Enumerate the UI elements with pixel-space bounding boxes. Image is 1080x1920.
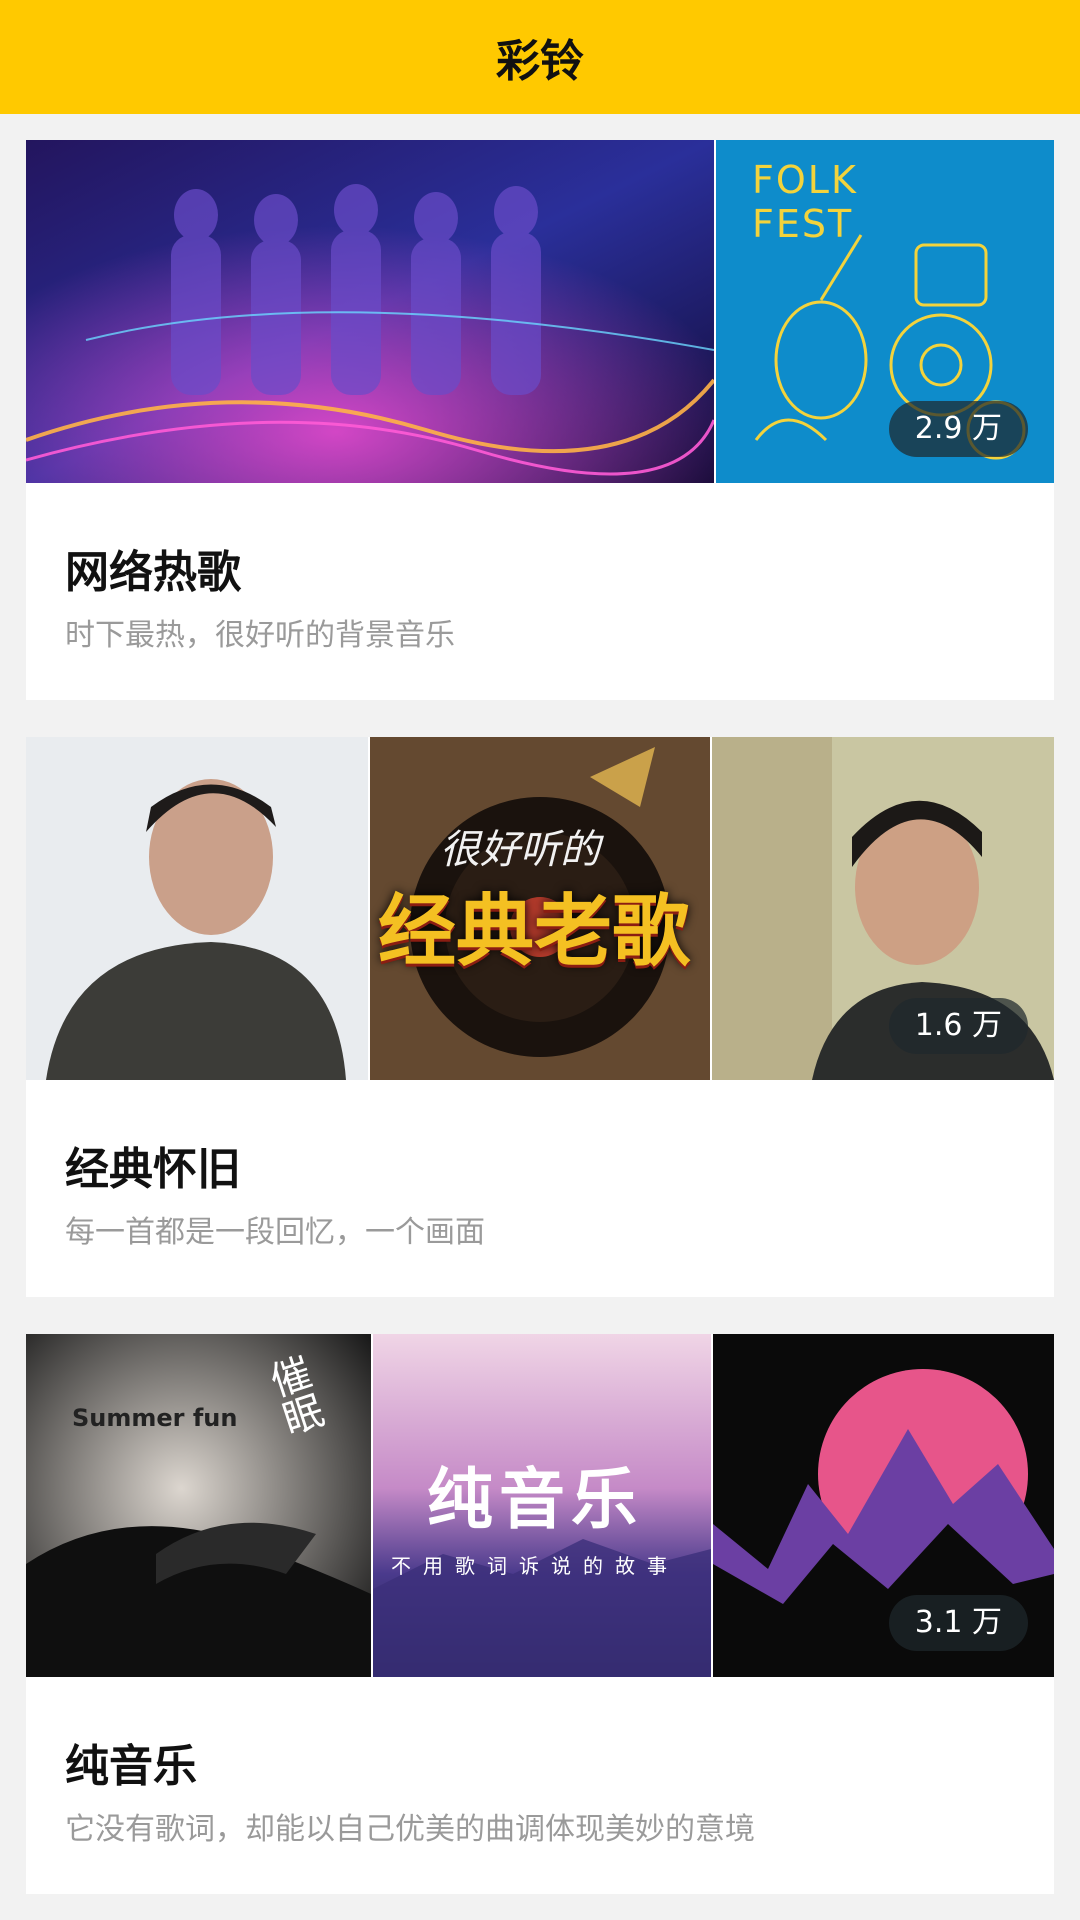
page-title: 彩铃 (496, 36, 584, 87)
category-title: 经典怀旧 (65, 1144, 241, 1195)
category-subtitle: 每一首都是一段回忆，一个画面 (65, 1215, 485, 1250)
pure-music-cover-subtitle: 不用歌词诉说的故事 (391, 1554, 679, 1578)
pure-music-cover-title: 纯音乐 (427, 1461, 643, 1538)
category-title: 网络热歌 (65, 547, 241, 598)
category-subtitle: 它没有歌词，却能以自己优美的曲调体现美妙的意境 (65, 1812, 755, 1847)
concert-thumbnail (26, 140, 714, 483)
thumbnail-strip: FOLK FEST 2.9 万 (26, 140, 1054, 483)
play-count-badge: 1.6 万 (888, 998, 1028, 1054)
singer-portrait-1 (26, 737, 368, 1080)
play-count-badge: 2.9 万 (888, 401, 1028, 457)
play-count: 2.9 万 (914, 411, 1002, 446)
pure-music-thumbnail: 纯音乐 不用歌词诉说的故事 (373, 1334, 711, 1677)
play-count-badge: 3.1 万 (888, 1595, 1028, 1651)
fest-text: FEST (752, 202, 854, 246)
category-card-pure-music[interactable]: Summer fun 催眠 纯音乐 不用歌词诉说的故事 3.1 万 纯音乐 它没… (26, 1334, 1054, 1894)
cover-title-text: 经典老歌 (378, 887, 691, 977)
thumbnail-strip: Summer fun 催眠 纯音乐 不用歌词诉说的故事 3.1 万 (26, 1334, 1054, 1677)
thumbnail-strip: 很好听的 经典老歌 1.6 万 (26, 737, 1054, 1080)
summer-fun-text: Summer fun (72, 1404, 238, 1432)
classic-album-cover: 很好听的 经典老歌 (370, 737, 710, 1080)
summer-fun-thumbnail: Summer fun 催眠 (26, 1334, 371, 1677)
category-subtitle: 时下最热，很好听的背景音乐 (65, 618, 455, 653)
category-title: 纯音乐 (65, 1741, 197, 1792)
app-header: 彩铃 (0, 0, 1080, 114)
play-count: 1.6 万 (914, 1008, 1002, 1043)
play-count: 3.1 万 (914, 1605, 1002, 1640)
cover-script-text: 很好听的 (440, 827, 600, 873)
category-card-classic-nostalgia[interactable]: 很好听的 经典老歌 1.6 万 经典怀旧 每一首都是一段回忆，一个画面 (26, 737, 1054, 1297)
category-card-internet-hits[interactable]: FOLK FEST 2.9 万 网络热歌 时下最热，很好听的背景音乐 (26, 140, 1054, 700)
folk-text: FOLK (752, 158, 858, 202)
